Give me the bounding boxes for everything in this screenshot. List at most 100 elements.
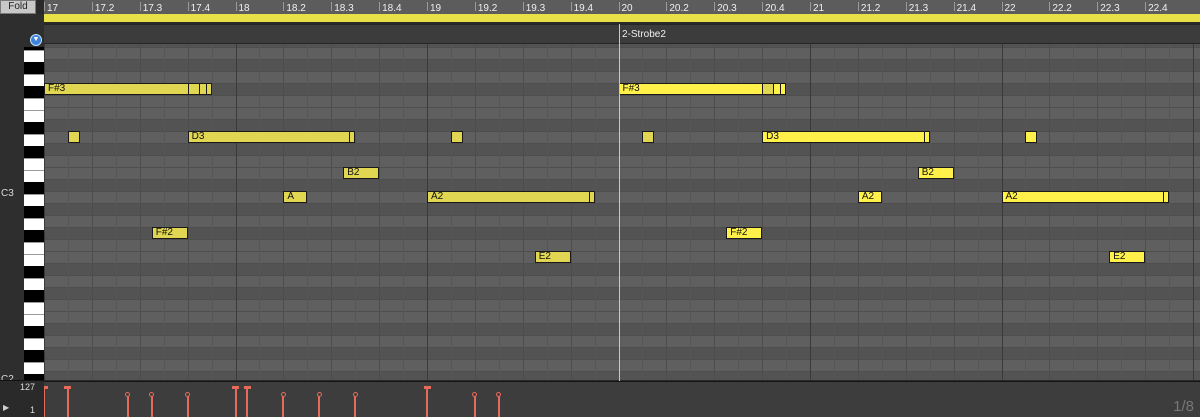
velocity-stem[interactable]	[186, 394, 189, 417]
midi-note[interactable]: B2	[343, 167, 380, 179]
grid-line	[1169, 44, 1171, 380]
grid-line	[1025, 44, 1027, 380]
velocity-handle[interactable]	[185, 392, 191, 398]
velocity-handle[interactable]	[243, 386, 251, 389]
note-end-handle[interactable]	[205, 84, 210, 94]
black-key[interactable]	[24, 86, 44, 98]
black-key[interactable]	[24, 290, 44, 302]
ruler-label: 17.2	[94, 3, 115, 14]
black-key[interactable]	[24, 206, 44, 218]
velocity-handle[interactable]	[280, 392, 286, 398]
note-label: D3	[191, 131, 205, 142]
midi-note[interactable]	[642, 131, 655, 143]
velocity-stem[interactable]	[497, 394, 500, 417]
midi-note[interactable]	[187, 83, 200, 95]
velocity-lane[interactable]	[44, 381, 1200, 417]
velocity-stem[interactable]	[473, 394, 476, 417]
ruler-label: 19	[430, 3, 442, 14]
velocity-stem[interactable]	[246, 388, 249, 417]
note-label: B2	[921, 167, 934, 178]
velocity-stem[interactable]	[354, 394, 357, 417]
velocity-lane-toggle-icon[interactable]: ▶	[3, 403, 9, 412]
grid-line	[1073, 44, 1075, 380]
velocity-handle[interactable]	[125, 392, 131, 398]
black-key[interactable]	[24, 182, 44, 194]
midi-note[interactable]	[67, 131, 80, 143]
midi-note[interactable]: F#3	[44, 83, 212, 95]
velocity-handle[interactable]	[496, 392, 502, 398]
ruler-tick	[666, 2, 668, 11]
velocity-stem[interactable]	[234, 388, 237, 417]
note-label: F#2	[730, 227, 748, 238]
ruler-label: 22.2	[1052, 3, 1072, 14]
velocity-stem[interactable]	[126, 394, 129, 417]
black-key[interactable]	[24, 122, 44, 134]
velocity-handle[interactable]	[316, 392, 322, 398]
loop-brace[interactable]	[44, 14, 1200, 22]
ruler-label: 19.3	[525, 3, 546, 14]
velocity-handle[interactable]	[472, 392, 478, 398]
ruler-label: 18.2	[286, 3, 306, 14]
playhead-line	[619, 24, 620, 417]
ruler-tick	[618, 2, 620, 11]
velocity-stem[interactable]	[318, 394, 321, 417]
velocity-handle[interactable]	[64, 386, 72, 389]
velocity-stem[interactable]	[282, 394, 285, 417]
black-key[interactable]	[24, 350, 44, 362]
black-key[interactable]	[24, 146, 44, 158]
note-label: E2	[1113, 251, 1126, 262]
midi-note[interactable]: A2	[427, 191, 595, 203]
black-key[interactable]	[24, 266, 44, 278]
note-end-handle[interactable]	[923, 132, 928, 142]
midi-note[interactable]: E2	[534, 251, 571, 263]
ruler-tick	[379, 2, 381, 11]
ruler-label: 17.3	[142, 3, 163, 14]
velocity-handle[interactable]	[149, 392, 155, 398]
velocity-handle[interactable]	[423, 386, 431, 389]
midi-note[interactable]: D3	[187, 131, 356, 143]
midi-note[interactable]: A2	[857, 191, 882, 203]
velocity-handle[interactable]	[44, 386, 48, 389]
black-key[interactable]	[24, 326, 44, 338]
ruler-tick	[522, 2, 524, 11]
midi-note[interactable]: E2	[1109, 251, 1146, 263]
velocity-stem[interactable]	[150, 394, 153, 417]
note-editor-grid[interactable]: F#3 D3 B2 A A2 F#2 E2 F#3 D3 B2 A2 A2 F#2 E2	[44, 44, 1200, 380]
midi-note[interactable]: F#3	[618, 83, 787, 95]
piano-keyboard[interactable]	[24, 47, 44, 380]
fold-key-icon[interactable]: ▼	[30, 34, 42, 46]
midi-note[interactable]: F#2	[726, 227, 763, 239]
ruler-label: 20	[621, 3, 633, 14]
black-key[interactable]	[24, 230, 44, 242]
ruler-tick	[187, 2, 189, 11]
velocity-handle[interactable]	[352, 392, 358, 398]
velocity-stem[interactable]	[426, 388, 428, 417]
midi-note[interactable]	[450, 131, 463, 143]
fold-button[interactable]: Fold	[0, 0, 36, 14]
note-end-handle[interactable]	[780, 84, 784, 94]
grid-line	[929, 44, 931, 380]
black-key[interactable]	[24, 62, 44, 74]
ruler-label: 19.2	[477, 3, 498, 14]
velocity-handle[interactable]	[232, 386, 239, 389]
velocity-stem[interactable]	[66, 388, 69, 417]
midi-note[interactable]: A2	[1001, 191, 1170, 203]
white-key-separator	[24, 158, 44, 159]
ruler-label: 21.4	[956, 3, 977, 14]
grid-zoom-label[interactable]: 1/8	[1173, 398, 1194, 415]
white-key-separator	[24, 194, 44, 195]
midi-note[interactable]	[762, 83, 775, 95]
note-end-handle[interactable]	[1163, 192, 1167, 202]
midi-note[interactable]: D3	[762, 131, 930, 143]
note-end-handle[interactable]	[349, 132, 353, 142]
midi-note[interactable]: A	[283, 191, 308, 203]
grid-line	[546, 44, 548, 380]
note-end-handle[interactable]	[588, 192, 593, 202]
grid-line	[450, 44, 452, 380]
ruler-label: 19.4	[573, 3, 594, 14]
midi-note[interactable]: B2	[917, 167, 954, 179]
velocity-stem[interactable]	[44, 388, 45, 417]
grid-line	[498, 44, 500, 380]
midi-note[interactable]	[1025, 131, 1038, 143]
midi-note[interactable]: F#2	[151, 227, 188, 239]
